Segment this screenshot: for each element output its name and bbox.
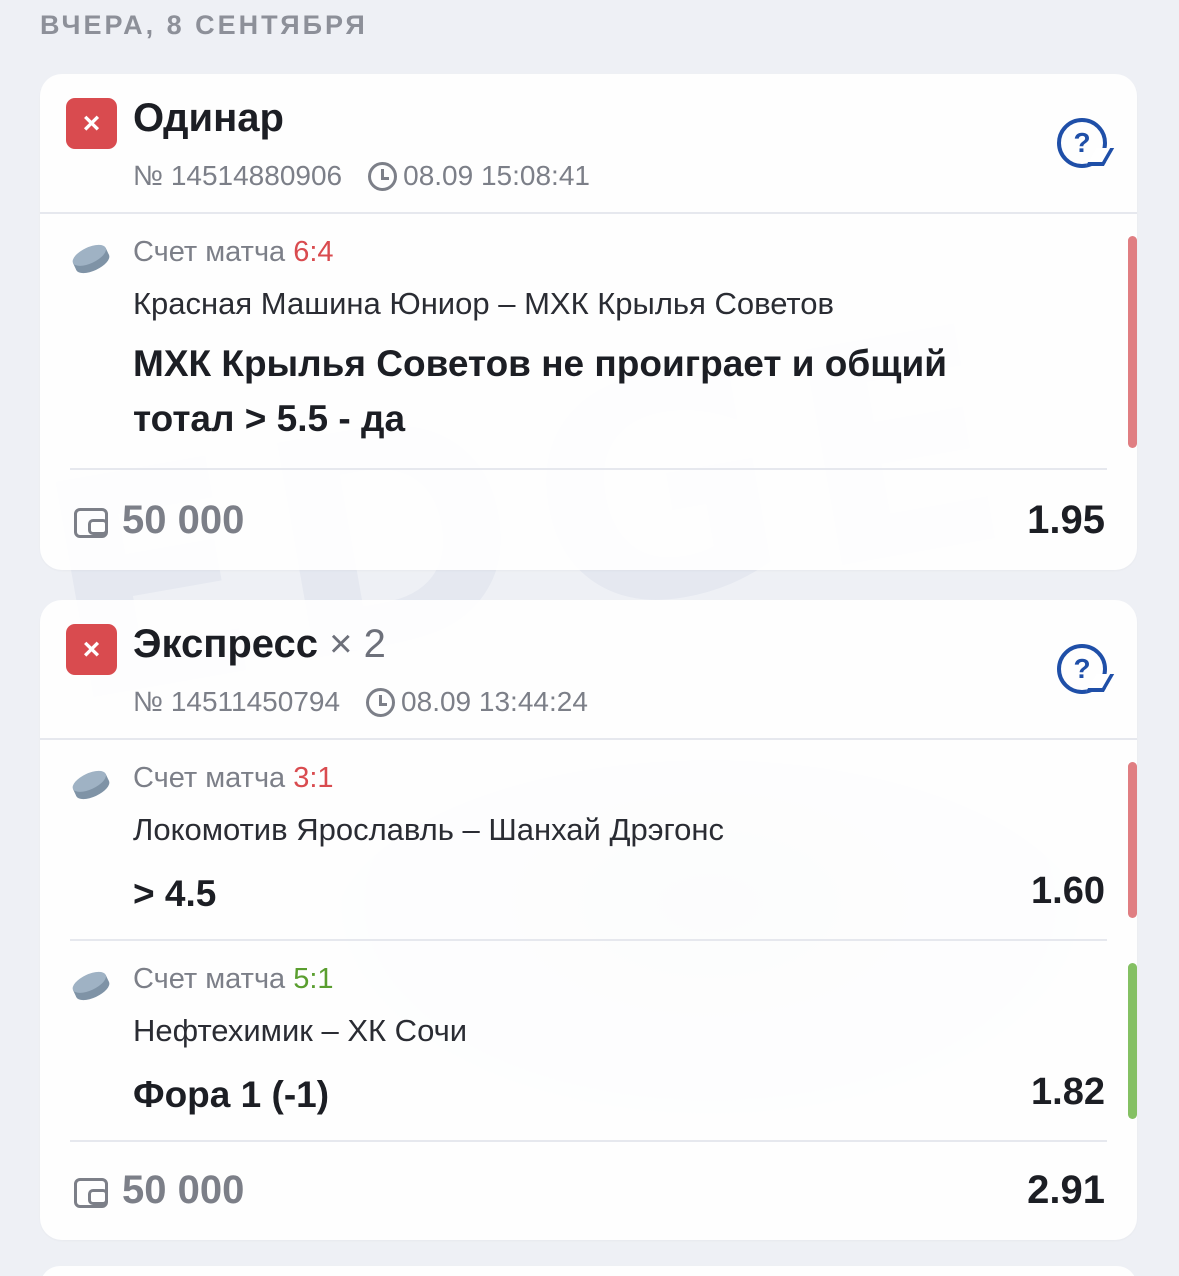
bet-card[interactable]: × Одинар № 14514880906 08.09 15:08:41 ? … (40, 74, 1137, 570)
bet-card[interactable]: × Экспресс × 2 № 14511450794 08.09 13:44… (40, 600, 1137, 1240)
question-bubble-icon[interactable]: ? (1057, 644, 1107, 694)
bet-type-label: Одинар (133, 96, 284, 140)
event-row[interactable]: Счет матча 5:1 Нефтехимик – ХК Сочи Фора… (40, 963, 1137, 1123)
bet-type-label: Экспресс (133, 622, 318, 666)
score-value: 6:4 (293, 236, 334, 268)
bet-type-title: Одинар (133, 96, 284, 141)
question-bubble-icon[interactable]: ? (1057, 118, 1107, 168)
total-coef: 1.95 (1027, 498, 1105, 542)
hockey-puck-icon (72, 244, 110, 274)
bet-pick: > 4.5 (133, 873, 217, 914)
event-row[interactable]: Счет матча 6:4 Красная Машина Юниор – МХ… (40, 236, 1137, 486)
divider (70, 468, 1107, 470)
close-x-icon: × (66, 624, 117, 675)
result-bar-lost (1128, 236, 1137, 448)
score-value: 3:1 (293, 762, 334, 794)
close-x-icon: × (66, 98, 117, 149)
divider (40, 738, 1137, 740)
bet-footer: 50 000 2.91 (40, 1162, 1137, 1222)
score-line: Счет матча 5:1 (133, 963, 334, 996)
bet-type-title: Экспресс × 2 (133, 622, 386, 667)
hockey-puck-icon (72, 971, 110, 1001)
bet-time: 08.09 13:44:24 (401, 686, 588, 717)
score-line: Счет матча 6:4 (133, 236, 334, 269)
event-row[interactable]: Счет матча 3:1 Локомотив Ярославль – Шан… (40, 762, 1137, 922)
match-teams: Локомотив Ярославль – Шанхай Дрэгонс (133, 812, 724, 847)
clock-icon (366, 687, 396, 717)
score-label: Счет матча (133, 963, 286, 995)
match-teams: Нефтехимик – ХК Сочи (133, 1013, 468, 1048)
bet-pick: МХК Крылья Советов не проиграет и общий … (133, 343, 947, 439)
score-label: Счет матча (133, 762, 286, 794)
event-coef: 1.60 (1031, 870, 1105, 912)
match-teams: Красная Машина Юниор – МХК Крылья Совето… (133, 286, 834, 321)
bet-number: № 14514880906 (133, 160, 343, 191)
bet-multiplier: × 2 (329, 622, 386, 666)
divider (70, 939, 1107, 941)
event-coef: 1.82 (1031, 1071, 1105, 1113)
clock-icon (368, 161, 398, 191)
score-label: Счет матча (133, 236, 286, 268)
score-value: 5:1 (293, 963, 334, 995)
bet-card[interactable] (40, 1266, 1137, 1276)
divider (70, 1140, 1107, 1142)
bet-time: 08.09 15:08:41 (403, 160, 590, 191)
bet-number: № 14511450794 (133, 686, 341, 717)
result-bar-won (1128, 963, 1137, 1119)
bet-pick: Фора 1 (-1) (133, 1074, 330, 1115)
hockey-puck-icon (72, 770, 110, 800)
result-bar-lost (1128, 762, 1137, 918)
stake-amount: 50 000 (122, 1168, 245, 1212)
bet-footer: 50 000 1.95 (40, 492, 1137, 552)
wallet-icon (74, 508, 108, 538)
wallet-icon (74, 1178, 108, 1208)
divider (40, 212, 1137, 214)
day-header: ВЧЕРА, 8 СЕНТЯБРЯ (40, 10, 368, 40)
bet-meta: № 14514880906 08.09 15:08:41 (133, 160, 590, 192)
total-coef: 2.91 (1027, 1168, 1105, 1212)
score-line: Счет матча 3:1 (133, 762, 334, 795)
stake-amount: 50 000 (122, 498, 245, 542)
bet-meta: № 14511450794 08.09 13:44:24 (133, 686, 588, 718)
